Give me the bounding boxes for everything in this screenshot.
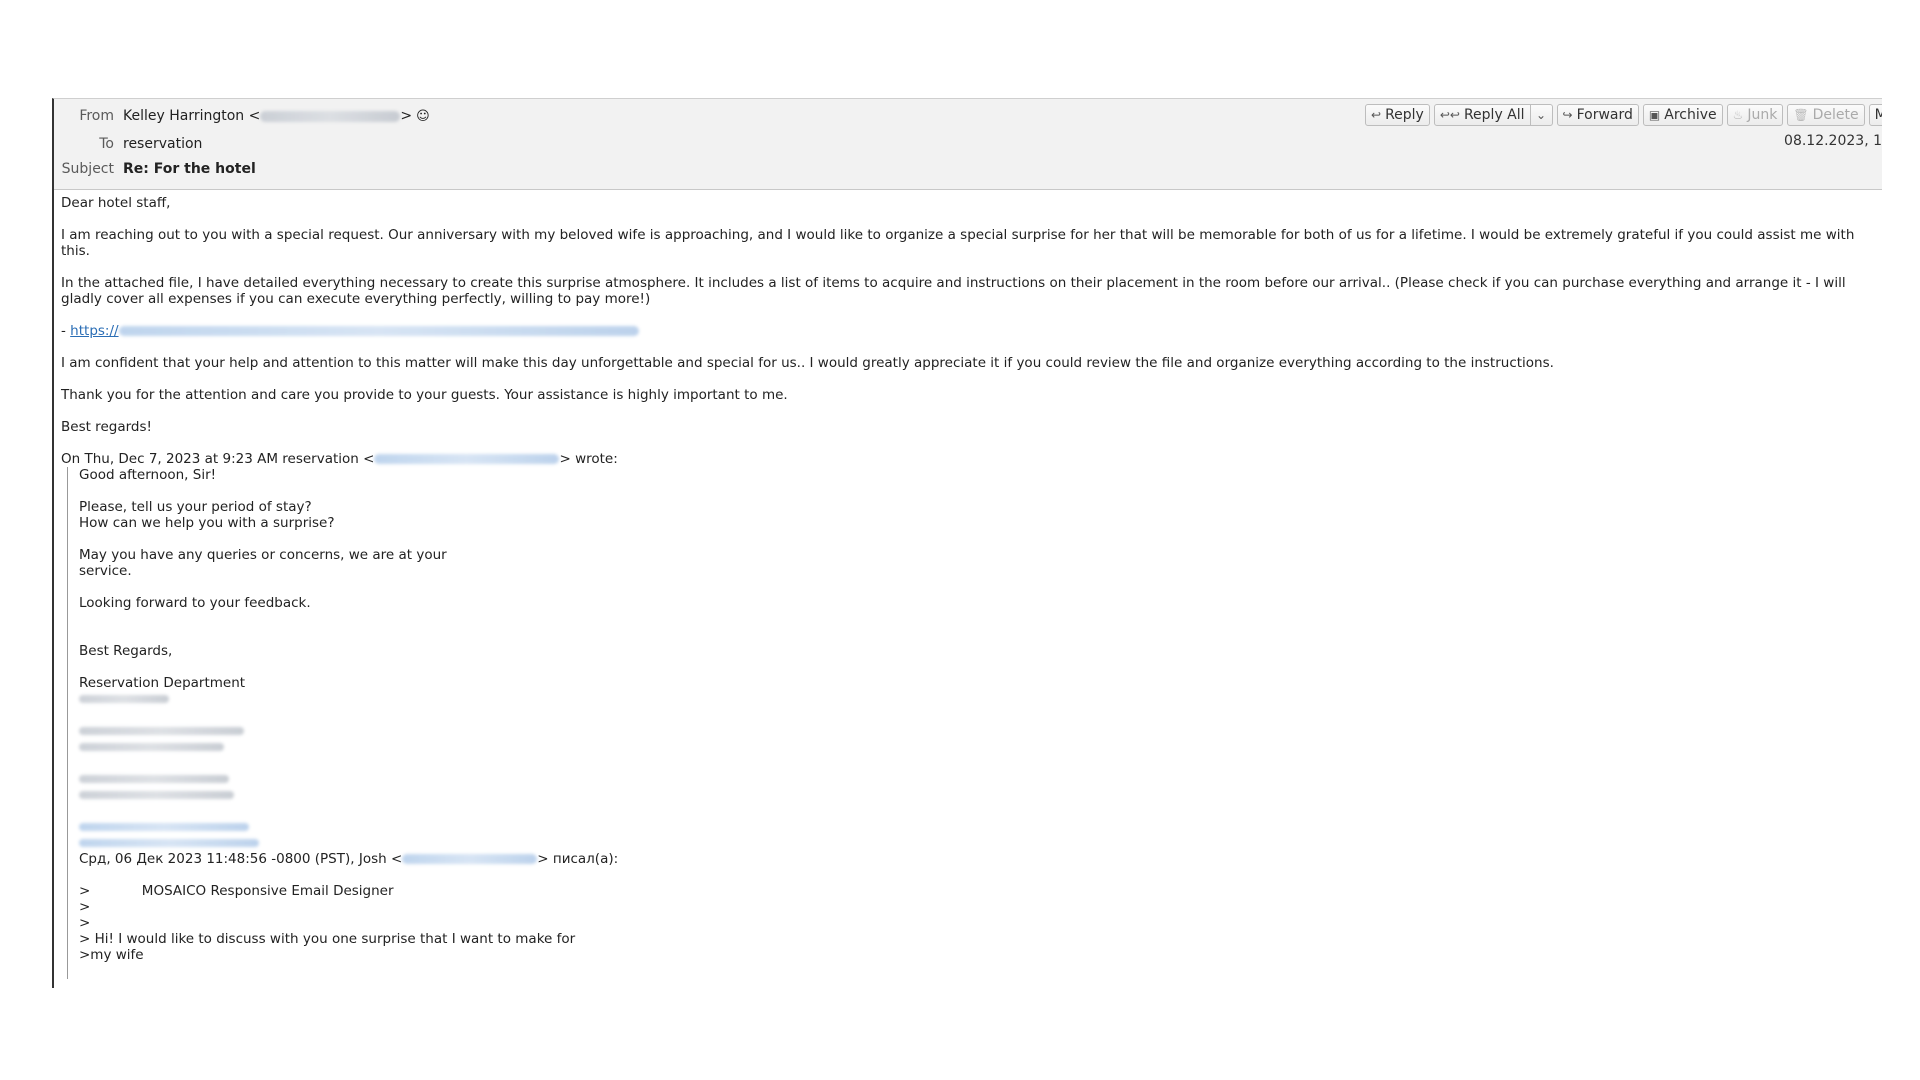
attachment-link[interactable]: https:// <box>70 323 118 339</box>
archive-icon: ▣ <box>1648 108 1661 122</box>
quote-line-stay: Please, tell us your period of stay? <box>79 499 312 515</box>
subject-row: Subject Re: For the hotel <box>54 159 256 179</box>
quote-line-service: service. <box>79 563 132 579</box>
redacted-text <box>79 695 169 703</box>
reply-all-label: Reply All <box>1463 107 1525 123</box>
quote-regards: Best Regards, <box>79 643 173 659</box>
redacted-block <box>79 723 1882 739</box>
redacted-block <box>79 739 1882 755</box>
subject-label: Subject <box>61 161 114 177</box>
link-paragraph: - https:// <box>61 323 1882 339</box>
chevron-down-icon: ⌄ <box>1536 108 1547 122</box>
redacted-block <box>79 819 1882 835</box>
forward-label: Forward <box>1576 107 1633 123</box>
junk-button[interactable]: ♨ Junk <box>1726 104 1784 126</box>
nested-quote-line: > MOSAICO Responsive Email Designer <box>79 883 394 899</box>
redacted-reservation-email <box>374 454 560 464</box>
to-value[interactable]: reservation <box>123 136 202 152</box>
greeting: Dear hotel staff, <box>61 195 171 211</box>
redacted-link <box>79 823 249 831</box>
delete-label: Delete <box>1812 107 1859 123</box>
quote-line-queries: May you have any queries or concerns, we… <box>79 547 447 563</box>
quote-department: Reservation Department <box>79 675 246 691</box>
to-row: To reservation <box>54 134 202 154</box>
redacted-block <box>79 691 1882 707</box>
quote-line-feedback: Looking forward to your feedback. <box>79 595 311 611</box>
quote-attribution: On Thu, Dec 7, 2023 at 9:23 AM reservati… <box>61 451 1882 467</box>
reply-all-button[interactable]: ↩↩ Reply All <box>1433 104 1531 126</box>
attribution2-prefix: Срд, 06 Дек 2023 11:48:56 -0800 (PST), J… <box>79 851 403 867</box>
reply-all-split: ↩↩ Reply All ⌄ <box>1433 104 1553 126</box>
paragraph-attachment: In the attached file, I have detailed ev… <box>61 275 1846 307</box>
archive-label: Archive <box>1664 107 1717 123</box>
reply-all-icon: ↩↩ <box>1439 108 1460 122</box>
subject-value: Re: For the hotel <box>123 161 256 177</box>
redacted-block <box>79 787 1882 803</box>
junk-icon: ♨ <box>1732 108 1744 122</box>
sender-name: Kelley Harrington < <box>123 108 261 124</box>
from-row: From Kelley Harrington < > ☺ <box>54 106 430 126</box>
signoff: Best regards! <box>61 419 152 435</box>
redacted-josh-email <box>402 854 538 864</box>
redacted-text <box>79 727 244 735</box>
message-window: From Kelley Harrington < > ☺ To reservat… <box>52 98 1882 988</box>
forward-icon: ↪ <box>1562 108 1573 122</box>
reply-button[interactable]: ↩ Reply <box>1365 104 1430 126</box>
redacted-block <box>79 835 1882 851</box>
message-date: 08.12.2023, 1 <box>1784 133 1882 149</box>
archive-button[interactable]: ▣ Archive <box>1642 104 1723 126</box>
nested-quote-line: >my wife <box>79 947 144 963</box>
attribution2-suffix: > писал(а): <box>537 851 619 867</box>
redacted-link <box>79 839 259 847</box>
quote-greeting: Good afternoon, Sir! <box>79 467 217 483</box>
more-label: Mo <box>1875 107 1882 123</box>
attribution-suffix: > wrote: <box>559 451 618 467</box>
message-header: From Kelley Harrington < > ☺ To reservat… <box>54 99 1882 190</box>
reply-label: Reply <box>1385 107 1424 123</box>
reply-all-dropdown-button[interactable]: ⌄ <box>1530 104 1553 126</box>
paragraph-thanks: Thank you for the attention and care you… <box>61 387 788 403</box>
redacted-text <box>79 791 234 799</box>
redacted-link <box>118 326 639 336</box>
redacted-text <box>79 743 224 751</box>
quote-line-surprise: How can we help you with a surprise? <box>79 515 335 531</box>
nested-quote-line: > <box>79 915 91 931</box>
contact-icon[interactable]: ☺ <box>416 109 430 124</box>
quote-attribution-russian: Срд, 06 Дек 2023 11:48:56 -0800 (PST), J… <box>79 851 1882 867</box>
junk-label: Junk <box>1747 107 1778 123</box>
from-label: From <box>79 108 114 124</box>
to-label: To <box>99 136 114 152</box>
redacted-sender-email <box>260 110 401 122</box>
from-value[interactable]: Kelley Harrington < > ☺ <box>123 108 430 124</box>
more-button[interactable]: Mo <box>1868 104 1882 126</box>
nested-quote-line: > Hi! I would like to discuss with you o… <box>79 931 576 947</box>
paragraph-request: I am reaching out to you with a special … <box>61 227 1855 259</box>
trash-icon: 🗑 <box>1793 108 1809 122</box>
quoted-message: Good afternoon, Sir! Please, tell us you… <box>67 467 1882 979</box>
attribution-prefix: On Thu, Dec 7, 2023 at 9:23 AM reservati… <box>61 451 375 467</box>
reply-icon: ↩ <box>1371 108 1382 122</box>
message-body: Dear hotel staff, I am reaching out to y… <box>54 190 1882 979</box>
redacted-block <box>79 771 1882 787</box>
paragraph-confidence: I am confident that your help and attent… <box>61 355 1554 371</box>
link-prefix: - <box>61 323 71 339</box>
redacted-text <box>79 775 229 783</box>
forward-button[interactable]: ↪ Forward <box>1556 104 1639 126</box>
sender-bracket-close: > <box>400 108 413 124</box>
nested-quote-line: > <box>79 899 91 915</box>
delete-button[interactable]: 🗑 Delete <box>1787 104 1865 126</box>
message-toolbar: ↩ Reply ↩↩ Reply All ⌄ ↪ Forward ▣ Archi… <box>1365 104 1882 126</box>
